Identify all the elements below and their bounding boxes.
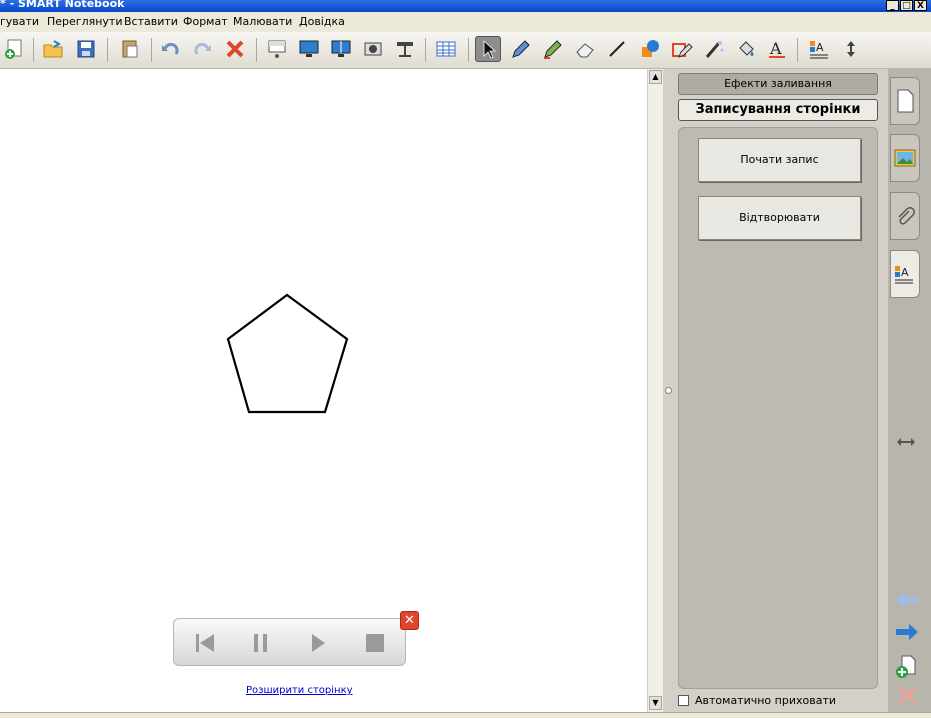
page-canvas[interactable]: ✕ Розширити сторінку (0, 69, 647, 712)
toolbar-separator (33, 38, 34, 62)
stop-icon[interactable] (363, 631, 387, 655)
shapes-icon[interactable] (637, 36, 663, 62)
new-page-icon[interactable] (1, 36, 27, 62)
pentagon-shape[interactable] (0, 69, 647, 712)
window-controls: _ □ X (886, 0, 927, 11)
delete-page-icon[interactable] (896, 684, 918, 709)
attachments-tab[interactable] (890, 192, 920, 240)
panel-splitter[interactable] (663, 69, 673, 712)
side-panel: Ефекти заливання Записування сторінки По… (673, 69, 888, 717)
add-page-icon[interactable] (894, 654, 918, 681)
recording-panel: Почати запис Відтворювати (678, 127, 878, 689)
menu-draw[interactable]: Малювати (233, 15, 292, 28)
toolbar-separator (797, 38, 798, 62)
undo-icon[interactable] (157, 36, 183, 62)
fill-icon[interactable] (733, 36, 759, 62)
line-icon[interactable] (604, 36, 630, 62)
menu-view[interactable]: Переглянути (47, 15, 122, 28)
paste-icon[interactable] (117, 36, 143, 62)
vertical-scrollbar[interactable]: ▲ ▼ (647, 69, 663, 712)
close-window-button[interactable]: X (914, 0, 927, 11)
page-sorter-tab[interactable] (890, 77, 920, 125)
text-icon[interactable]: A (764, 36, 790, 62)
dual-display-icon[interactable] (328, 36, 354, 62)
side-tab-strip: A (888, 69, 931, 717)
toolbar: A A (0, 32, 931, 69)
auto-hide-label: Автоматично приховати (695, 694, 837, 707)
auto-hide-option[interactable]: Автоматично приховати (678, 694, 836, 707)
page-sorter-icon (897, 89, 914, 113)
toolbar-separator (151, 38, 152, 62)
menu-edit[interactable]: гувати (0, 15, 39, 28)
move-toolbar-icon[interactable] (838, 36, 864, 62)
menu-help[interactable]: Довідка (299, 15, 345, 28)
screen-shade-icon[interactable] (264, 36, 290, 62)
toolbar-separator (107, 38, 108, 62)
shape-recognition-pen-icon[interactable] (669, 36, 695, 62)
table-icon[interactable] (433, 36, 459, 62)
scroll-down-icon[interactable]: ▼ (649, 696, 662, 710)
toolbar-separator (256, 38, 257, 62)
auto-hide-checkbox[interactable] (678, 695, 689, 706)
eraser-icon[interactable] (572, 36, 598, 62)
select-icon[interactable] (475, 36, 501, 62)
fill-effects-tab[interactable]: Ефекти заливання (678, 73, 878, 95)
window-title: * - SMART Notebook (0, 0, 125, 10)
pause-icon[interactable] (249, 631, 273, 655)
pen-icon[interactable] (507, 36, 533, 62)
creative-pen-icon[interactable] (540, 36, 566, 62)
next-page-icon[interactable] (894, 622, 920, 645)
maximize-button[interactable]: □ (900, 0, 913, 11)
toolbar-separator (468, 38, 469, 62)
minimize-button[interactable]: _ (886, 0, 899, 11)
svg-text:A: A (769, 39, 782, 58)
menu-format[interactable]: Формат (183, 15, 228, 28)
save-icon[interactable] (73, 36, 99, 62)
open-folder-icon[interactable] (40, 36, 66, 62)
toolbar-separator (425, 38, 426, 62)
svg-text:A: A (816, 41, 824, 54)
redo-icon[interactable] (190, 36, 216, 62)
play-recording-button[interactable]: Відтворювати (698, 196, 861, 240)
gallery-tab[interactable] (890, 134, 920, 182)
full-screen-icon[interactable] (296, 36, 322, 62)
menu-bar: гувати Переглянути Вставити Формат Малюв… (0, 12, 931, 32)
close-player-icon[interactable]: ✕ (400, 611, 419, 630)
play-icon[interactable] (306, 631, 330, 655)
svg-text:A: A (901, 266, 909, 279)
page-recording-tab[interactable]: Записування сторінки (678, 99, 878, 121)
title-bar: * - SMART Notebook _ □ X (0, 0, 931, 12)
scroll-up-icon[interactable]: ▲ (649, 70, 662, 84)
previous-page-icon[interactable] (894, 590, 920, 613)
menu-insert[interactable]: Вставити (124, 15, 178, 28)
skip-back-icon[interactable] (193, 631, 217, 655)
properties-icon[interactable]: A (806, 36, 832, 62)
attachments-icon (898, 207, 915, 225)
start-recording-button[interactable]: Почати запис (698, 138, 861, 182)
properties-tab[interactable]: A (890, 250, 920, 298)
magic-pen-icon[interactable] (701, 36, 727, 62)
screen-capture-icon[interactable] (360, 36, 386, 62)
delete-icon[interactable] (222, 36, 248, 62)
recording-player-bar (173, 618, 406, 666)
splitter-handle-icon[interactable] (665, 387, 672, 394)
gallery-icon (894, 149, 916, 167)
document-camera-icon[interactable] (392, 36, 418, 62)
expand-page-link[interactable]: Розширити сторінку (246, 685, 353, 696)
status-bar (0, 712, 931, 718)
resize-arrows-icon[interactable] (896, 435, 916, 452)
properties-icon: A (895, 266, 913, 284)
